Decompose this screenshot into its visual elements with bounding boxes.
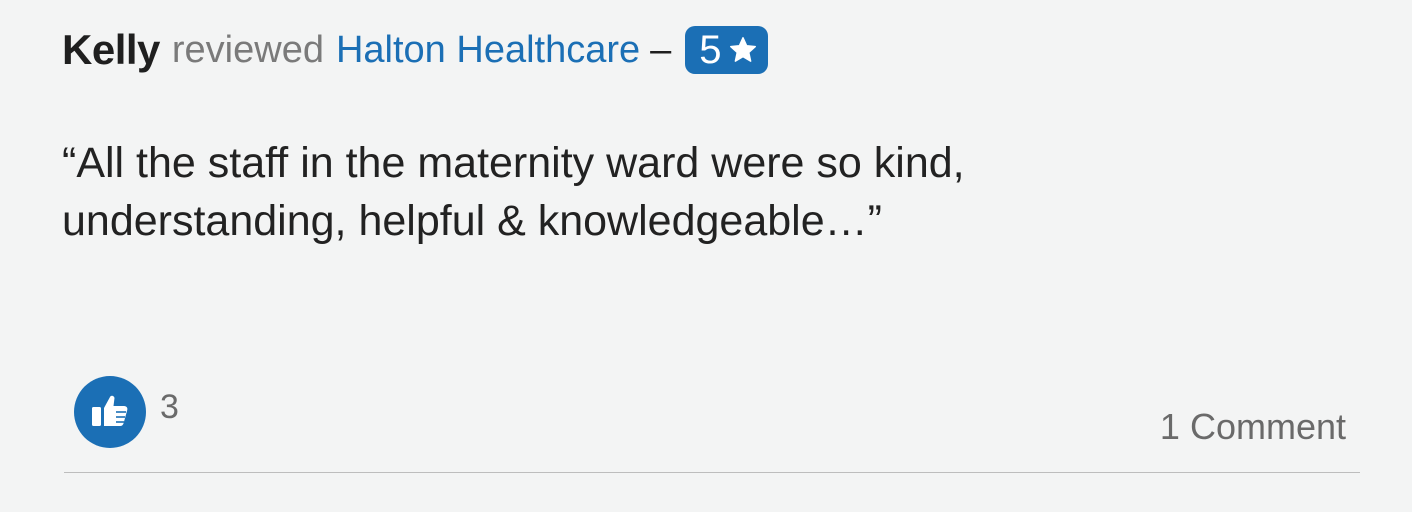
review-header: Kelly reviewed Halton Healthcare – 5 [62, 22, 768, 78]
reviewer-name: Kelly [62, 26, 160, 73]
rating-value: 5 [699, 28, 722, 72]
like-count: 3 [160, 388, 179, 426]
review-verb: reviewed [171, 28, 324, 71]
star-icon [728, 35, 758, 65]
like-button[interactable] [74, 376, 146, 448]
organization-link[interactable]: Halton Healthcare [336, 29, 640, 72]
rating-badge: 5 [685, 26, 768, 74]
review-card: Kelly reviewed Halton Healthcare – 5 “Al… [0, 0, 1412, 512]
comments-link[interactable]: 1 Comment [1160, 406, 1346, 448]
divider [64, 472, 1360, 473]
thumbs-up-icon [86, 386, 134, 439]
review-quote: “All the staff in the maternity ward wer… [62, 139, 965, 245]
header-separator: – [650, 28, 672, 71]
